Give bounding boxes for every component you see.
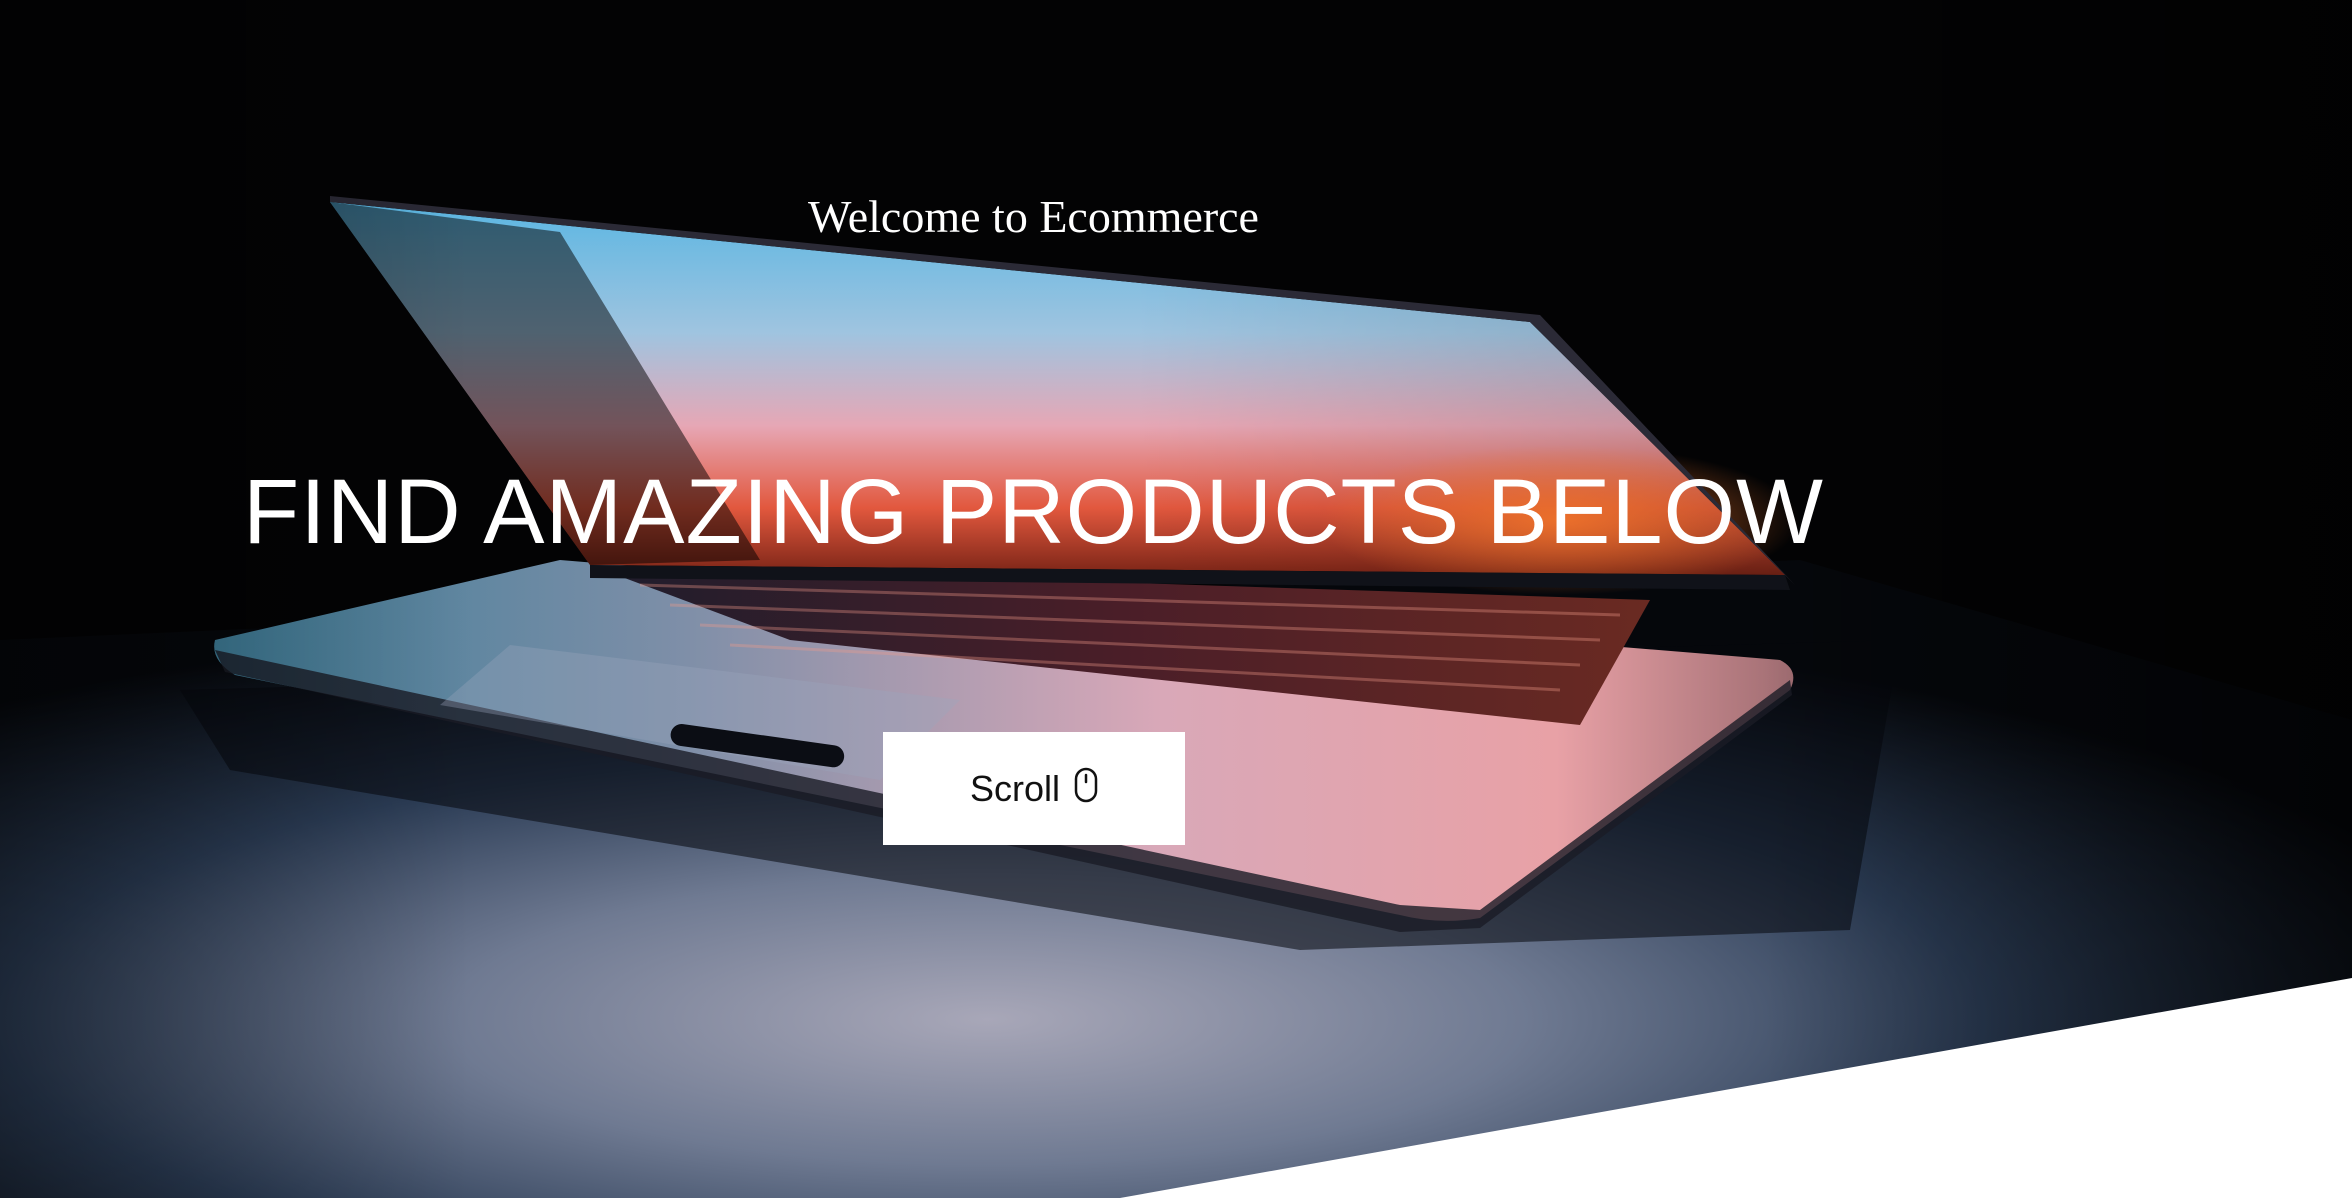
mouse-icon xyxy=(1074,767,1098,802)
scroll-button[interactable]: Scroll xyxy=(883,732,1185,845)
hero-headline: FIND AMAZING PRODUCTS BELOW xyxy=(243,461,1824,563)
hero-background-image xyxy=(0,0,2352,1198)
scroll-button-label: Scroll xyxy=(969,767,1061,809)
hero-section: Welcome to Ecommerce FIND AMAZING PRODUC… xyxy=(0,0,2352,1198)
welcome-text: Welcome to Ecommerce xyxy=(808,191,1259,242)
